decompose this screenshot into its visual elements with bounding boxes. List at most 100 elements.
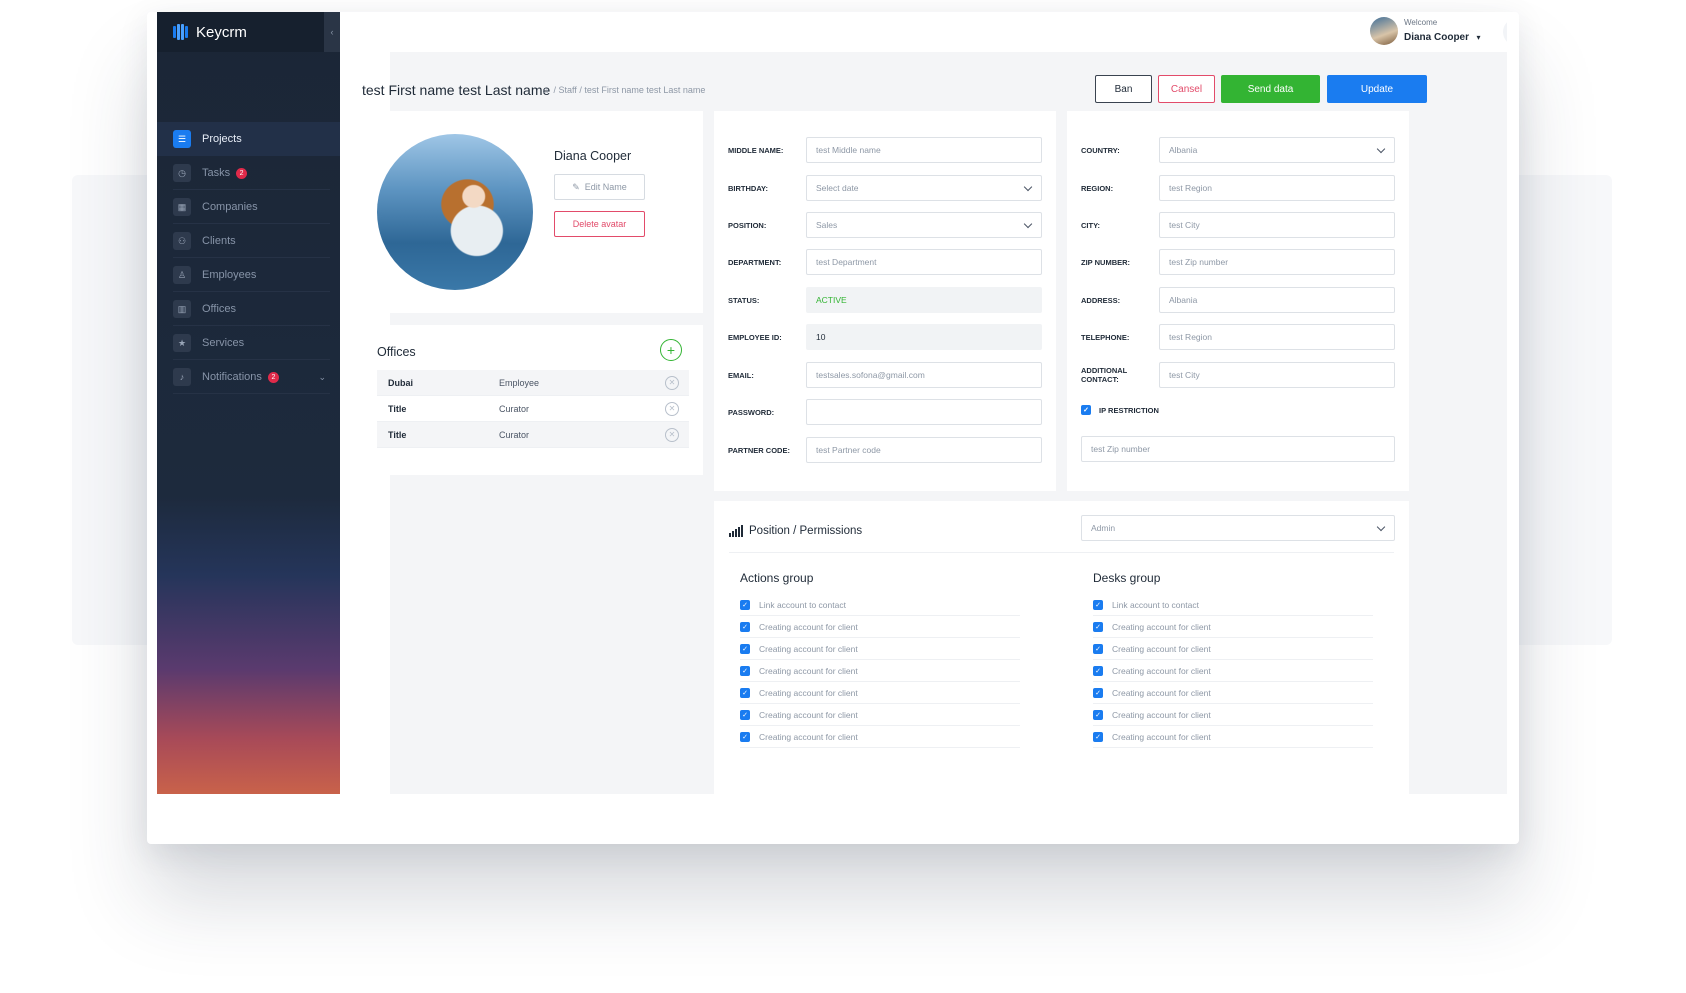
checkbox-checked-icon: ✓ bbox=[740, 731, 750, 742]
remove-office-icon[interactable]: ✕ bbox=[665, 401, 679, 416]
personal-info-card: MIDDLE NAME: test Middle name BIRTHDAY: … bbox=[714, 111, 1056, 491]
desks-group: Desks group ✓ Link account to contact ✓ Cr… bbox=[1093, 571, 1373, 748]
permission-checkbox[interactable]: ✓ Creating account for client bbox=[1093, 704, 1373, 726]
position-select[interactable]: Sales bbox=[806, 212, 1042, 238]
table-row: Title Curator ✕ bbox=[377, 422, 689, 448]
field-label: ADDITIONAL CONTACT: bbox=[1081, 366, 1128, 384]
permission-checkbox[interactable]: ✓ Creating account for client bbox=[1093, 616, 1373, 638]
role-select[interactable]: Admin bbox=[1081, 515, 1395, 541]
permission-checkbox[interactable]: ✓ Link account to contact bbox=[740, 594, 1020, 616]
address-row: ADDRESS: Albania bbox=[1081, 287, 1395, 313]
permission-checkbox[interactable]: ✓ Creating account for client bbox=[1093, 726, 1373, 748]
edit-name-label: Edit Name bbox=[584, 182, 627, 192]
sidebar-item-label: Employees bbox=[202, 269, 257, 281]
sidebar-item-companies[interactable]: ▦ Companies bbox=[157, 190, 340, 224]
profile-name: Diana Cooper bbox=[554, 149, 632, 163]
profile-avatar[interactable] bbox=[377, 134, 533, 290]
sidebar-item-employees[interactable]: ♙ Employees bbox=[157, 258, 340, 292]
checkbox-checked-icon: ✓ bbox=[1093, 643, 1103, 654]
remove-office-icon[interactable]: ✕ bbox=[665, 427, 679, 442]
sidebar: Keycrm ‹ ☰ Projects ◷ Tasks 2 ▦ Companie… bbox=[157, 12, 340, 794]
permission-checkbox[interactable]: ✓ Creating account for client bbox=[740, 682, 1020, 704]
permission-checkbox[interactable]: ✓ Creating account for client bbox=[740, 660, 1020, 682]
permission-checkbox[interactable]: ✓ Creating account for client bbox=[740, 616, 1020, 638]
cancel-button[interactable]: Cansel bbox=[1158, 75, 1215, 103]
email-field[interactable]: testsales.sofona@gmail.com bbox=[806, 362, 1042, 388]
actions-group: Actions group ✓ Link account to contact ✓… bbox=[740, 571, 1020, 748]
country-select[interactable]: Albania bbox=[1159, 137, 1395, 163]
field-label: EMPLOYEE ID: bbox=[728, 332, 782, 342]
sidebar-item-offices[interactable]: ▥ Offices bbox=[157, 292, 340, 326]
additional-contact-field[interactable]: test City bbox=[1159, 362, 1395, 388]
sidebar-item-tasks[interactable]: ◷ Tasks 2 bbox=[157, 156, 340, 190]
office-name: Title bbox=[388, 403, 407, 414]
field-label: POSITION: bbox=[728, 220, 767, 230]
sidebar-item-label: Companies bbox=[202, 201, 258, 213]
home-icon[interactable]: ⌂ bbox=[543, 85, 548, 95]
keycrm-logo-icon bbox=[173, 24, 188, 40]
country-row: COUNTRY: Albania bbox=[1081, 137, 1395, 163]
partner-code-field[interactable]: test Partner code bbox=[806, 437, 1042, 463]
partner-code-row: PARTNER CODE: test Partner code bbox=[728, 437, 1042, 463]
breadcrumb-staff[interactable]: Staff bbox=[558, 85, 576, 95]
permission-checkbox[interactable]: ✓ Creating account for client bbox=[1093, 638, 1373, 660]
birthday-row: BIRTHDAY: Select date bbox=[728, 175, 1042, 201]
birthday-value: Select date bbox=[816, 183, 859, 193]
permission-label: Creating account for client bbox=[759, 621, 858, 632]
permission-checkbox[interactable]: ✓ Creating account for client bbox=[740, 638, 1020, 660]
email-row: EMAIL: testsales.sofona@gmail.com bbox=[728, 362, 1042, 388]
department-field[interactable]: test Department bbox=[806, 249, 1042, 275]
password-field[interactable] bbox=[806, 399, 1042, 425]
zip-row: ZIP NUMBER: test Zip number bbox=[1081, 249, 1395, 275]
permission-label: Link account to contact bbox=[1112, 599, 1199, 610]
permission-label: Creating account for client bbox=[759, 665, 858, 676]
permission-label: Link account to contact bbox=[759, 599, 846, 610]
ip-restriction-checkbox[interactable]: ✓ IP RESTRICTION bbox=[1081, 405, 1159, 415]
main-content: test First name test Last name ⌂ / Staff… bbox=[340, 52, 1507, 794]
edit-name-button[interactable]: ✎ Edit Name bbox=[554, 174, 645, 200]
telephone-field[interactable]: test Region bbox=[1159, 324, 1395, 350]
sidebar-item-projects[interactable]: ☰ Projects bbox=[157, 122, 340, 156]
permission-checkbox[interactable]: ✓ Creating account for client bbox=[1093, 682, 1373, 704]
checkbox-checked-icon: ✓ bbox=[1093, 709, 1103, 720]
employee-id-field: 10 bbox=[806, 324, 1042, 350]
status-field: ACTIVE bbox=[806, 287, 1042, 313]
permission-checkbox[interactable]: ✓ Creating account for client bbox=[1093, 660, 1373, 682]
permission-checkbox[interactable]: ✓ Creating account for client bbox=[740, 726, 1020, 748]
region-field[interactable]: test Region bbox=[1159, 175, 1395, 201]
brand-logo[interactable]: Keycrm ‹ bbox=[157, 12, 340, 52]
office-name: Title bbox=[388, 429, 407, 440]
office-role: Curator bbox=[499, 429, 530, 440]
middle-name-field[interactable]: test Middle name bbox=[806, 137, 1042, 163]
add-office-button[interactable]: + bbox=[660, 339, 682, 361]
permission-checkbox[interactable]: ✓ Creating account for client bbox=[740, 704, 1020, 726]
offices-title: Offices bbox=[377, 345, 416, 359]
zip-field[interactable]: test Zip number bbox=[1159, 249, 1395, 275]
stack-icon: ☰ bbox=[173, 130, 191, 148]
ip-restriction-field[interactable]: test Zip number bbox=[1081, 436, 1395, 462]
profile-card: Diana Cooper ✎ Edit Name Delete avatar bbox=[362, 111, 703, 313]
page-title: test First name test Last name bbox=[362, 82, 551, 98]
sidebar-item-label: Offices bbox=[202, 303, 237, 315]
sidebar-item-notifications[interactable]: ♪ Notifications 2 ⌄ bbox=[157, 360, 340, 394]
remove-office-icon[interactable]: ✕ bbox=[665, 375, 679, 390]
pencil-icon: ✎ bbox=[572, 181, 580, 192]
sidebar-item-clients[interactable]: ⚇ Clients bbox=[157, 224, 340, 258]
permissions-title-text: Position / Permissions bbox=[749, 525, 863, 537]
delete-avatar-button[interactable]: Delete avatar bbox=[554, 211, 645, 237]
notifications-badge: 2 bbox=[267, 371, 279, 383]
birthday-select[interactable]: Select date bbox=[806, 175, 1042, 201]
permission-checkbox[interactable]: ✓ Link account to contact bbox=[1093, 594, 1373, 616]
user-menu[interactable]: Welcome Diana Cooper ▾ bbox=[1370, 17, 1480, 45]
field-label: STATUS: bbox=[728, 295, 760, 305]
ban-button[interactable]: Ban bbox=[1095, 75, 1152, 103]
status-row: STATUS: ACTIVE bbox=[728, 287, 1042, 313]
city-field[interactable]: test City bbox=[1159, 212, 1395, 238]
sidebar-item-services[interactable]: ★ Services bbox=[157, 326, 340, 360]
address-field[interactable]: Albania bbox=[1159, 287, 1395, 313]
send-data-button[interactable]: Send data bbox=[1221, 75, 1320, 103]
checkbox-checked-icon: ✓ bbox=[1093, 621, 1103, 632]
sidebar-collapse-button[interactable]: ‹ bbox=[324, 12, 340, 52]
update-button[interactable]: Update bbox=[1327, 75, 1427, 103]
language-button[interactable]: en bbox=[1503, 18, 1507, 46]
